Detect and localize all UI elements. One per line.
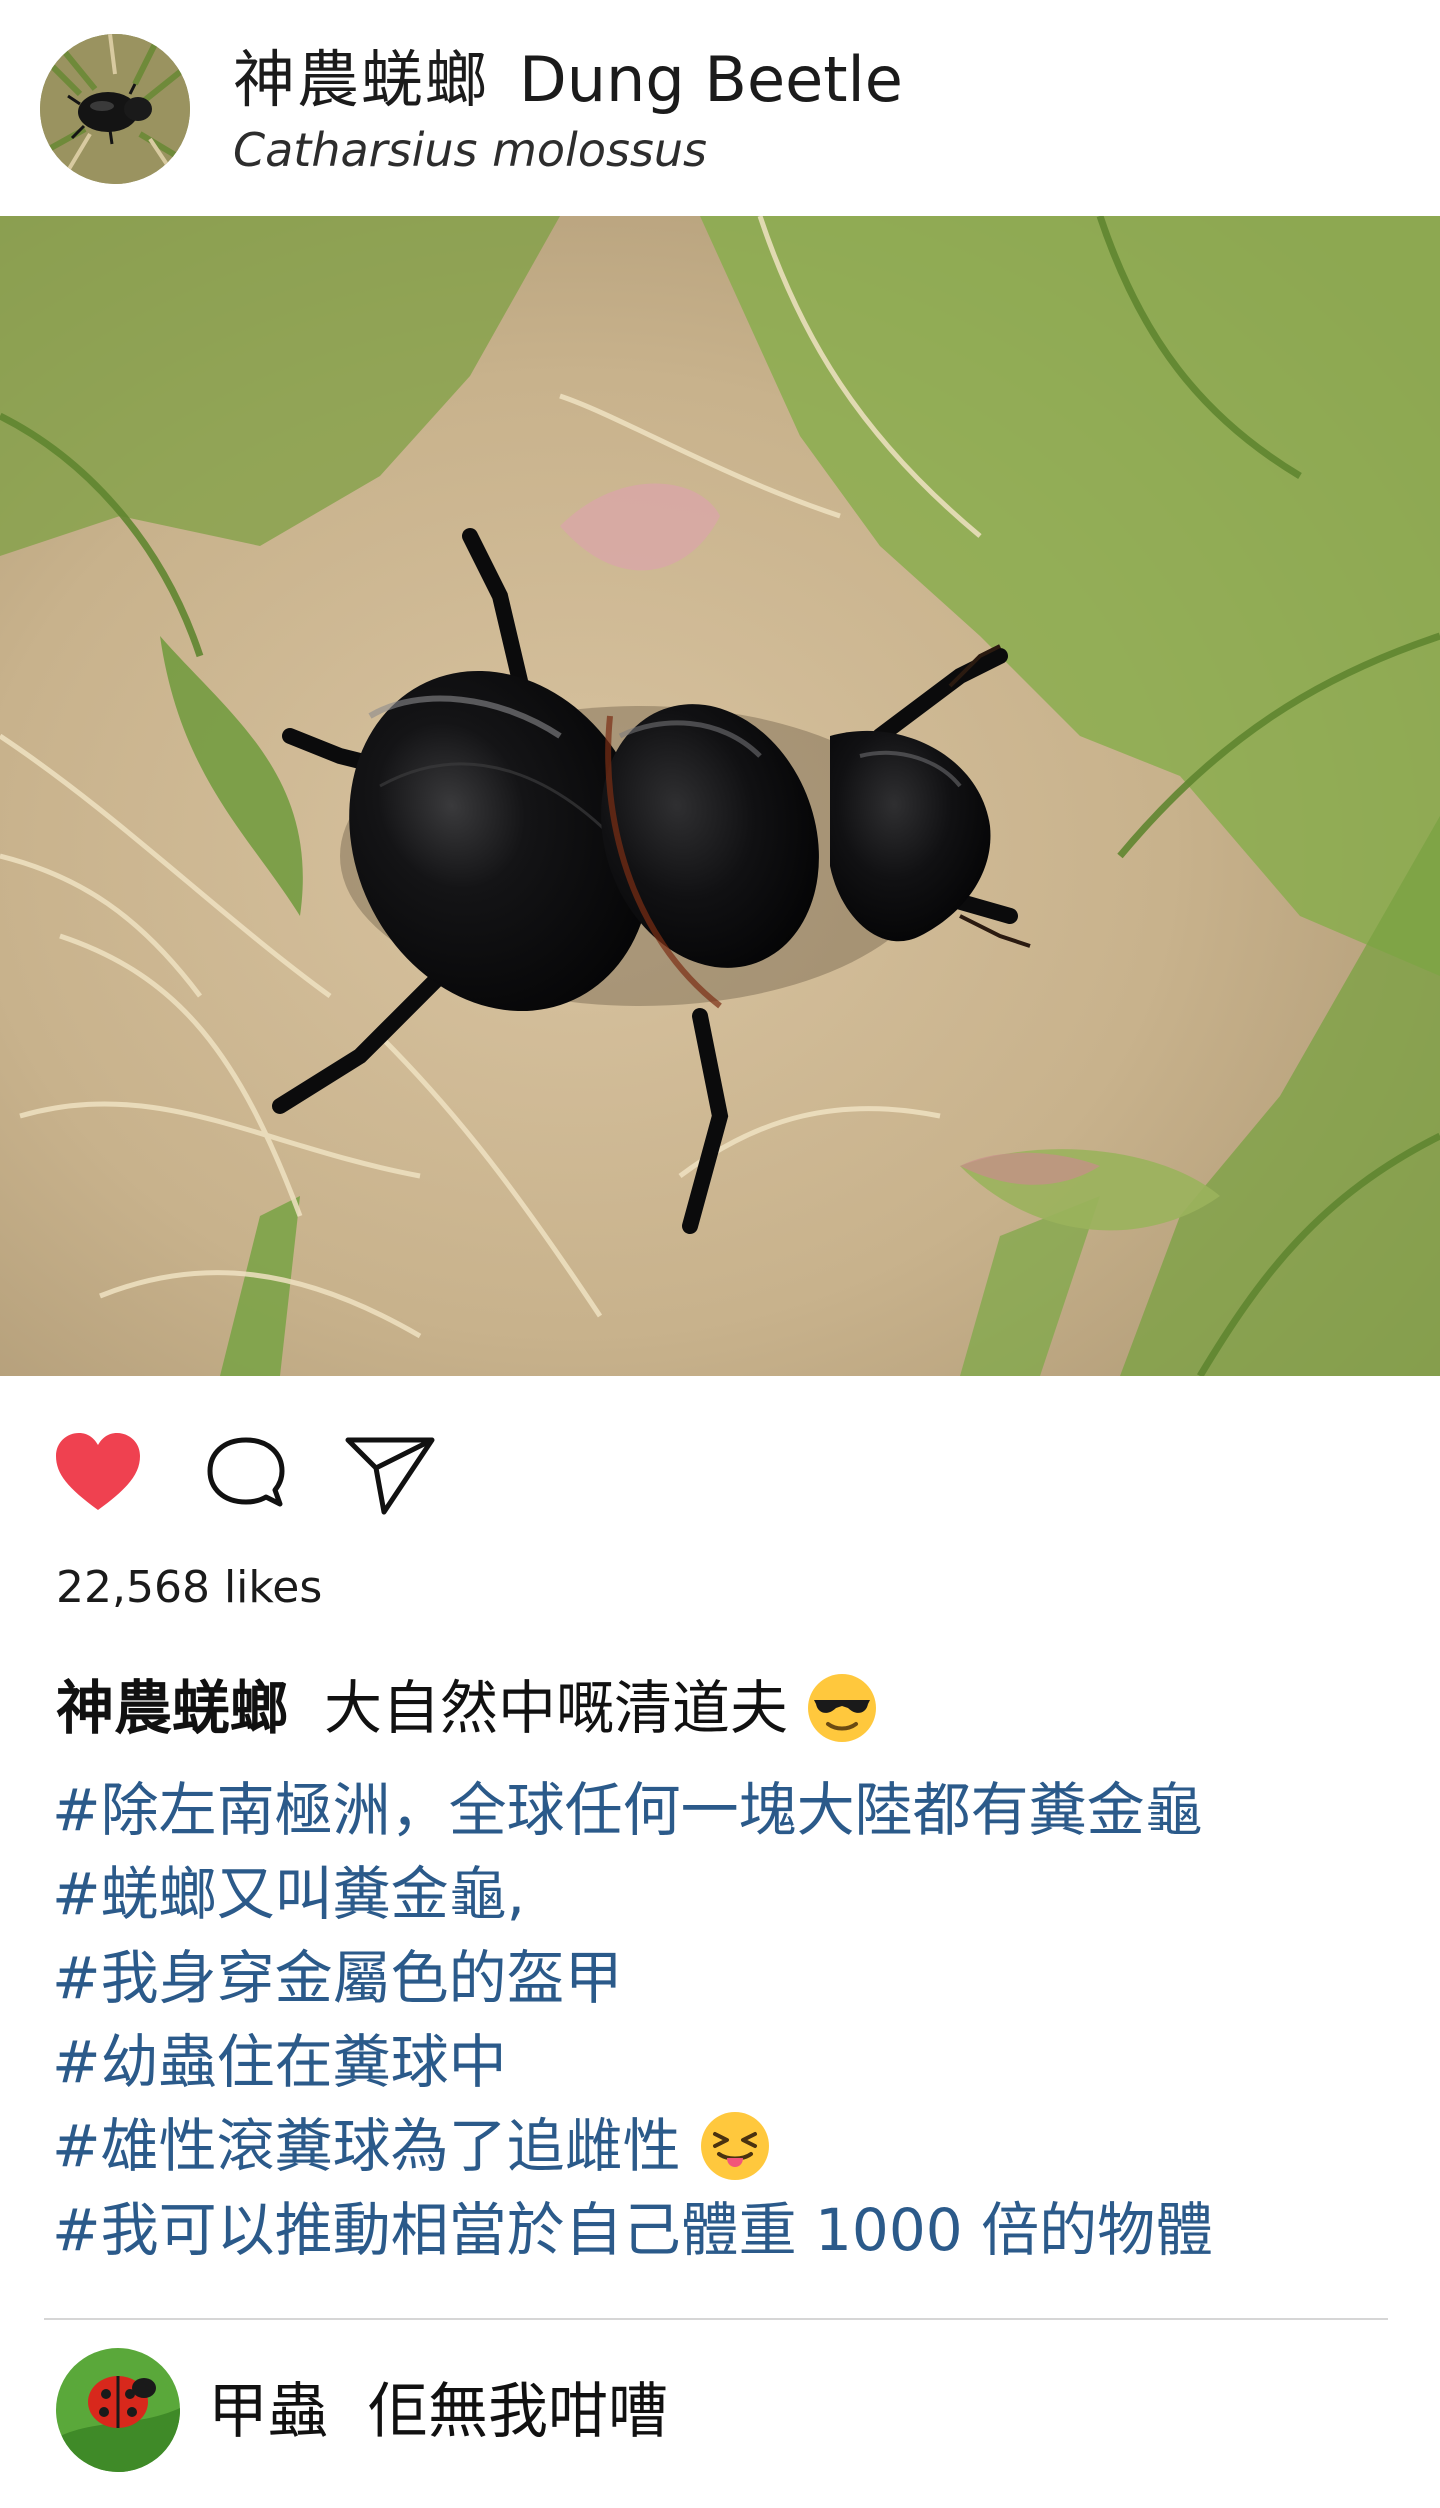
dung-beetle-photo — [0, 216, 1440, 1376]
paper-plane-icon — [345, 1437, 435, 1515]
hashtag[interactable]: #除左南極洲，全球任何一塊大陸都有糞金龜 — [52, 1768, 1412, 1852]
comment-text: 佢無我咁嘈 — [368, 2377, 668, 2447]
divider — [44, 2318, 1388, 2320]
comment-avatar[interactable] — [56, 2348, 180, 2472]
caption-text: 大自然中嘅清道夫 — [324, 1674, 789, 1742]
post-photo[interactable] — [0, 216, 1440, 1376]
hashtag[interactable]: #幼蟲住在糞球中 — [52, 2020, 1412, 2104]
hashtag-text: #雄性滾糞球為了追雌性 — [52, 2112, 681, 2180]
tongue-out-emoji-icon — [697, 2108, 773, 2184]
share-button[interactable] — [340, 1424, 440, 1524]
comment-author[interactable]: 甲蟲 — [208, 2377, 328, 2447]
profile-avatar[interactable] — [40, 34, 190, 184]
ladybug-avatar-icon — [56, 2348, 180, 2472]
caption-author[interactable]: 神農蜣螂 — [56, 1674, 288, 1742]
hashtag-with-emoji[interactable]: #雄性滾糞球為了追雌性 — [52, 2104, 1412, 2188]
hashtag-list: #除左南極洲，全球任何一塊大陸都有糞金龜 #蜣螂又叫糞金龜, #我身穿金屬色的盔… — [52, 1768, 1412, 2272]
heart-icon — [56, 1433, 140, 1510]
sunglasses-emoji-icon — [804, 1670, 880, 1746]
likes-count[interactable]: 22,568 likes — [56, 1558, 322, 1618]
account-name-chinese: 神農蜣螂 — [233, 43, 490, 116]
account-name[interactable]: 神農蜣螂 Dung Beetle — [233, 40, 903, 120]
account-subtitle: Catharsius molossus — [233, 123, 708, 177]
post-actions — [0, 1376, 1440, 1556]
comment: 甲蟲 佢無我咁嘈 — [208, 2372, 668, 2452]
hashtag[interactable]: #蜣螂又叫糞金龜, — [52, 1852, 1412, 1936]
beetle-avatar-icon — [40, 34, 190, 184]
hashtag[interactable]: #我身穿金屬色的盔甲 — [52, 1936, 1412, 2020]
post-header: 神農蜣螂 Dung Beetle Catharsius molossus — [0, 0, 1440, 216]
like-button[interactable] — [48, 1424, 148, 1524]
hashtag[interactable]: #我可以推動相當於自己體重 1000 倍的物體 — [52, 2188, 1412, 2272]
speech-bubble-icon — [207, 1437, 285, 1507]
account-name-english: Dung Beetle — [519, 43, 903, 116]
comment-button[interactable] — [196, 1424, 296, 1524]
post-caption: 神農蜣螂 大自然中嘅清道夫 — [56, 1668, 1396, 1748]
